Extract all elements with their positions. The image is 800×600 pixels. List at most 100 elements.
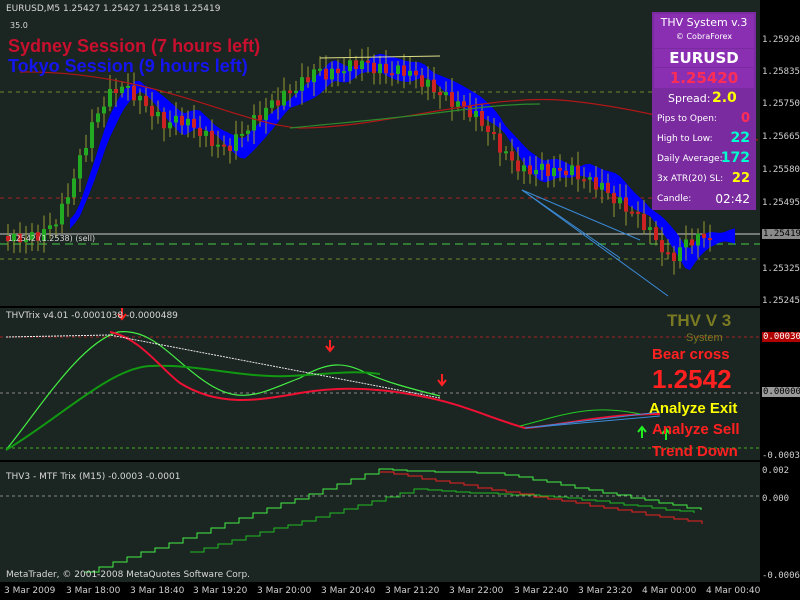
candle-body bbox=[528, 165, 532, 175]
panel-pips-row: Pips to Open: 0 bbox=[654, 110, 754, 128]
candle-body bbox=[372, 62, 376, 74]
time-tick: 3 Mar 22:40 bbox=[514, 586, 569, 596]
pips-value: 0 bbox=[740, 111, 750, 126]
candle-body bbox=[492, 131, 496, 134]
price-tick: 1.25920 bbox=[762, 35, 800, 45]
candle-body bbox=[288, 90, 292, 94]
candle-body bbox=[234, 134, 238, 151]
candle-body bbox=[132, 85, 136, 101]
daily-average-value: 172 bbox=[720, 150, 750, 166]
candle-body bbox=[264, 107, 268, 120]
candle-body bbox=[624, 197, 628, 212]
price-chart-pane[interactable]: EURUSD,M5 1.25427 1.25427 1.25418 1.2541… bbox=[0, 0, 760, 306]
candle-body bbox=[90, 122, 94, 148]
candle-body bbox=[654, 227, 658, 241]
panel-candle-row: Candle: 02:42 bbox=[654, 190, 754, 208]
candle-body bbox=[594, 177, 598, 190]
panel-atr-row: 3x ATR(20) SL: 22 bbox=[654, 170, 754, 188]
candle-body bbox=[678, 247, 682, 262]
candle-body bbox=[150, 105, 154, 117]
price-axis[interactable] bbox=[760, 0, 800, 306]
candle-body bbox=[198, 127, 202, 136]
candle-body bbox=[444, 92, 448, 96]
price-tag-label: 1.2542 (1.2538) (sell) bbox=[8, 234, 96, 243]
mtf-axis[interactable] bbox=[760, 462, 800, 582]
candle-body bbox=[480, 110, 484, 126]
price-tick: 1.25835 bbox=[762, 67, 800, 77]
candle-body bbox=[162, 112, 166, 129]
buy-arrow-icon bbox=[637, 425, 647, 438]
candle-body bbox=[204, 130, 208, 136]
candlestick-series bbox=[6, 47, 712, 275]
indicator-label: 35.0 bbox=[10, 21, 28, 30]
candle-body bbox=[342, 71, 346, 74]
price-tick: 1.25495 bbox=[762, 198, 800, 208]
candle-body bbox=[330, 68, 334, 80]
candle-body bbox=[276, 100, 280, 106]
candle-body bbox=[384, 63, 388, 74]
candle-body bbox=[450, 92, 454, 107]
candle-body bbox=[312, 69, 316, 83]
mtf-trix-pane[interactable]: THV3 - MTF Trix (M15) -0.0003 -0.0001 bbox=[0, 462, 760, 582]
candle-body bbox=[168, 122, 172, 129]
candle-body bbox=[462, 101, 466, 106]
candle-body bbox=[408, 70, 412, 76]
candle-body bbox=[552, 167, 556, 177]
candle-body bbox=[60, 203, 64, 225]
atr-label: 3x ATR(20) SL: bbox=[657, 174, 724, 184]
panel-price-row: 1.25420 bbox=[654, 68, 754, 88]
candle-body bbox=[306, 77, 310, 83]
candle-body bbox=[252, 115, 256, 131]
panel-price: 1.25420 bbox=[669, 69, 739, 87]
trix-title: THVTrix v4.01 -0.0001038 -0.0000489 bbox=[6, 311, 178, 321]
thv-info-panel: THV System v.3 © CobraForex EURUSD 1.254… bbox=[652, 12, 756, 210]
atr-value: 22 bbox=[731, 171, 750, 186]
candle-body bbox=[216, 144, 220, 147]
trix-axis[interactable] bbox=[760, 308, 800, 460]
candle-body bbox=[570, 165, 574, 176]
panel-avg-row: Daily Average: 172 bbox=[654, 150, 754, 168]
mtf-tick: 0.000 bbox=[762, 494, 790, 504]
candle-body bbox=[486, 125, 490, 132]
candle-body bbox=[648, 227, 652, 230]
candle-body bbox=[174, 115, 178, 123]
trix-tick: -0.00038 bbox=[762, 451, 800, 461]
panel-title: THV System v.3 bbox=[660, 16, 748, 29]
price-tick: 1.25580 bbox=[762, 165, 800, 175]
time-tick: 3 Mar 18:40 bbox=[130, 586, 185, 596]
candle-body bbox=[642, 213, 646, 230]
candle-body bbox=[54, 224, 58, 227]
candle-body bbox=[354, 60, 358, 70]
trendline[interactable] bbox=[521, 189, 621, 259]
thv-brand: THV V 3 bbox=[667, 311, 732, 330]
candle-body bbox=[144, 95, 148, 106]
candle-body bbox=[516, 160, 520, 172]
sell-arrow-icon bbox=[325, 340, 335, 353]
candle-body bbox=[102, 106, 106, 114]
candle-body bbox=[474, 110, 478, 118]
candle-body bbox=[504, 151, 508, 154]
trix-level-value: 1.2542 bbox=[652, 364, 732, 394]
mtf-tick: -0.0006 bbox=[762, 571, 800, 581]
chart-window: EURUSD,M5 1.25427 1.25427 1.25418 1.2541… bbox=[0, 0, 800, 600]
high-low-value: 22 bbox=[730, 130, 750, 146]
candle-body bbox=[690, 239, 694, 246]
candle-body bbox=[606, 182, 610, 193]
candle-body bbox=[510, 151, 514, 161]
time-tick: 3 Mar 19:20 bbox=[193, 586, 248, 596]
candle-body bbox=[414, 70, 418, 76]
candle-body bbox=[126, 85, 130, 88]
candle-body bbox=[240, 133, 244, 136]
candle-body bbox=[348, 60, 352, 72]
candle-body bbox=[222, 144, 226, 147]
analyze-exit-label: Analyze Exit bbox=[649, 400, 738, 417]
candle-body bbox=[360, 60, 364, 70]
trix-fast-line bbox=[5, 331, 441, 451]
time-tick: 4 Mar 00:40 bbox=[706, 586, 761, 596]
analyze-sell-label: Analyze Sell bbox=[652, 421, 740, 438]
mtf-tick: 0.002 bbox=[762, 466, 790, 476]
trix-indicator-pane[interactable]: THVTrix v4.01 -0.0001038 -0.0000489 THV … bbox=[0, 308, 760, 460]
candle-body bbox=[48, 225, 52, 230]
candle-body bbox=[192, 118, 196, 128]
spread-value: 2.0 bbox=[712, 90, 737, 106]
